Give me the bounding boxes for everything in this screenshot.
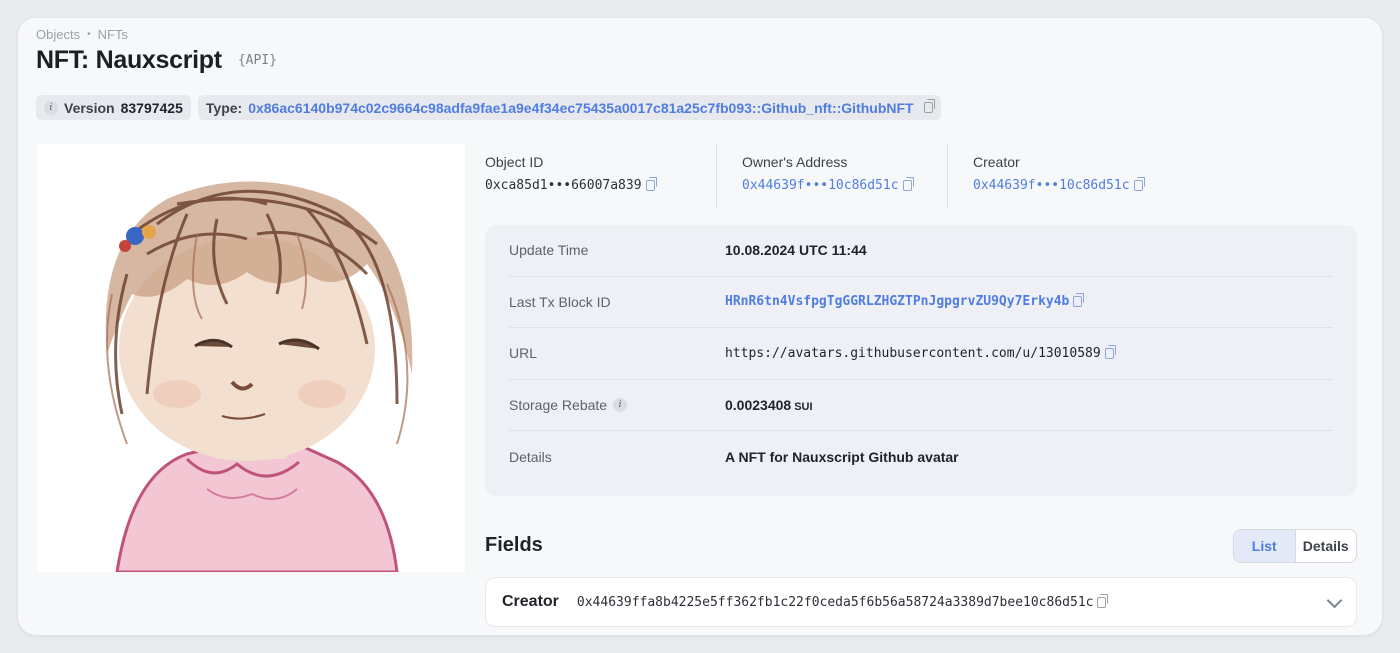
creator-section: Creator 0x44639f•••10c86d51c — [947, 144, 1178, 208]
copy-icon[interactable] — [1104, 344, 1116, 359]
details-label: Details — [509, 449, 552, 466]
field-creator-value: 0x44639ffa8b4225e5ff362fb1c22f0ceda5f6b5… — [576, 594, 1094, 610]
object-id-value: 0xca85d1•••66007a839 — [485, 178, 642, 193]
type-pill: Type: 0x86ac6140b974c02c9664c98adfa9fae1… — [197, 95, 941, 120]
title-row: NFT: Nauxscript {API} — [36, 46, 277, 75]
owner-address-value-row: 0x44639f•••10c86d51c — [742, 177, 947, 193]
copy-icon[interactable] — [1133, 177, 1145, 191]
creator-value-row: 0x44639f•••10c86d51c — [973, 177, 1178, 193]
type-value-link[interactable]: 0x86ac6140b974c02c9664c98adfa9fae1a9e4f3… — [248, 100, 913, 116]
creator-link[interactable]: 0x44639f•••10c86d51c — [973, 178, 1130, 193]
meta-row: i Version 83797425 Type: 0x86ac6140b974c… — [36, 95, 941, 120]
copy-icon[interactable] — [923, 99, 935, 113]
object-page-card: Objects • NFTs NFT: Nauxscript {API} i V… — [18, 18, 1382, 635]
id-summary: Object ID 0xca85d1•••66007a839 Owner's A… — [485, 144, 1355, 208]
owner-address-label: Owner's Address — [742, 154, 848, 170]
storage-rebate-label-row: Storage Rebate i — [509, 397, 725, 413]
version-label: Version — [64, 99, 115, 116]
field-creator-key: Creator — [502, 593, 559, 610]
object-id-section: Object ID 0xca85d1•••66007a839 — [485, 144, 716, 208]
fields-heading: Fields — [485, 534, 543, 556]
copy-icon[interactable] — [1073, 293, 1085, 308]
page-title: NFT: Nauxscript — [36, 46, 222, 74]
sui-unit: SUI — [794, 401, 813, 414]
update-time-value: 10.08.2024 UTC 11:44 — [725, 242, 867, 259]
toggle-list-button[interactable]: List — [1234, 530, 1296, 562]
breadcrumb: Objects • NFTs — [36, 27, 128, 42]
last-tx-label: Last Tx Block ID — [509, 293, 611, 310]
details-row-storage-rebate: Storage Rebate i 0.0023408 SUI — [509, 380, 1333, 432]
owner-address-link[interactable]: 0x44639f•••10c86d51c — [742, 178, 899, 193]
last-tx-link[interactable]: HRnR6tn4VsfpgTgGGRLZHGZTPnJgpgrvZU9Qy7Er… — [725, 294, 1069, 309]
info-icon[interactable]: i — [613, 398, 628, 413]
creator-label: Creator — [973, 154, 1020, 170]
details-table: Update Time 10.08.2024 UTC 11:44 Last Tx… — [485, 225, 1357, 496]
update-time-label: Update Time — [509, 242, 589, 259]
details-value: A NFT for Nauxscript Github avatar — [725, 449, 959, 466]
copy-icon[interactable] — [1097, 593, 1109, 608]
url-label: URL — [509, 345, 538, 362]
nft-avatar-drawing — [105, 181, 413, 572]
url-value: https://avatars.githubusercontent.com/u/… — [725, 345, 1101, 361]
details-row-update-time: Update Time 10.08.2024 UTC 11:44 — [509, 225, 1333, 277]
breadcrumb-nfts[interactable]: NFTs — [98, 27, 128, 42]
nft-image — [37, 144, 465, 572]
toggle-details-button[interactable]: Details — [1296, 530, 1357, 562]
field-creator-value-row: 0x44639ffa8b4225e5ff362fb1c22f0ceda5f6b5… — [576, 593, 1109, 610]
breadcrumb-objects[interactable]: Objects — [36, 27, 80, 42]
field-row-creator[interactable]: Creator 0x44639ffa8b4225e5ff362fb1c22f0c… — [485, 577, 1357, 627]
object-id-label: Object ID — [485, 154, 544, 170]
owner-address-section: Owner's Address 0x44639f•••10c86d51c — [716, 144, 947, 208]
storage-rebate-value-row: 0.0023408 SUI — [725, 397, 813, 413]
api-link[interactable]: {API} — [238, 53, 277, 68]
object-id-value-row: 0xca85d1•••66007a839 — [485, 177, 716, 193]
last-tx-value-row: HRnR6tn4VsfpgTgGGRLZHGZTPnJgpgrvZU9Qy7Er… — [725, 293, 1085, 309]
details-row-url: URL https://avatars.githubusercontent.co… — [509, 328, 1333, 380]
copy-icon[interactable] — [645, 177, 657, 191]
storage-rebate-value: 0.0023408 — [725, 397, 792, 414]
info-icon: i — [44, 100, 58, 115]
url-value-row: https://avatars.githubusercontent.com/u/… — [725, 344, 1116, 361]
details-row-details: Details A NFT for Nauxscript Github avat… — [509, 431, 1333, 483]
type-label: Type: — [205, 99, 243, 116]
copy-icon[interactable] — [902, 177, 914, 191]
details-row-last-tx: Last Tx Block ID HRnR6tn4VsfpgTgGGRLZHGZ… — [509, 277, 1333, 329]
view-toggle: List Details — [1233, 529, 1357, 563]
version-pill: i Version 83797425 — [36, 95, 191, 120]
breadcrumb-separator: • — [87, 29, 91, 40]
version-value: 83797425 — [120, 99, 183, 116]
chevron-down-icon[interactable] — [1326, 592, 1343, 609]
storage-rebate-label: Storage Rebate — [509, 397, 608, 414]
